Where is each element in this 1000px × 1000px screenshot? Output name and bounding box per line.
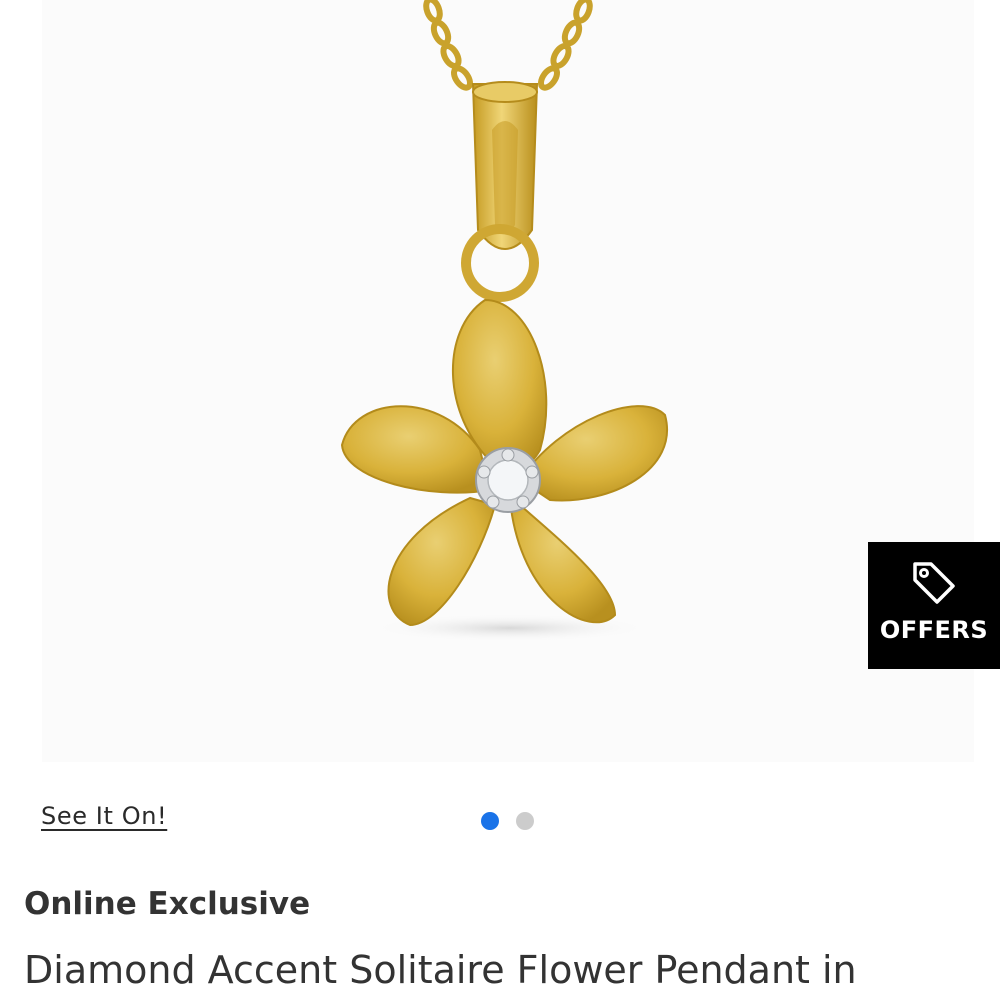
- offers-label: OFFERS: [879, 616, 989, 644]
- product-image[interactable]: [0, 0, 1000, 775]
- carousel-indicator: [481, 812, 534, 830]
- carousel-dot-2[interactable]: [516, 812, 534, 830]
- see-it-on-link[interactable]: See It On!: [41, 802, 167, 830]
- product-page: OFFERS See It On! Online Exclusive Diamo…: [0, 0, 1000, 1000]
- offers-button[interactable]: OFFERS: [868, 542, 1000, 669]
- online-exclusive-label: Online Exclusive: [24, 886, 311, 922]
- chain: [423, 0, 593, 91]
- carousel-dot-1[interactable]: [481, 812, 499, 830]
- pendant-bail: [471, 81, 539, 250]
- diamond-accent: [475, 447, 541, 513]
- pendant-illustration: [340, 0, 668, 642]
- tag-icon: [913, 562, 955, 604]
- product-title: Diamond Accent Solitaire Flower Pendant …: [24, 948, 857, 992]
